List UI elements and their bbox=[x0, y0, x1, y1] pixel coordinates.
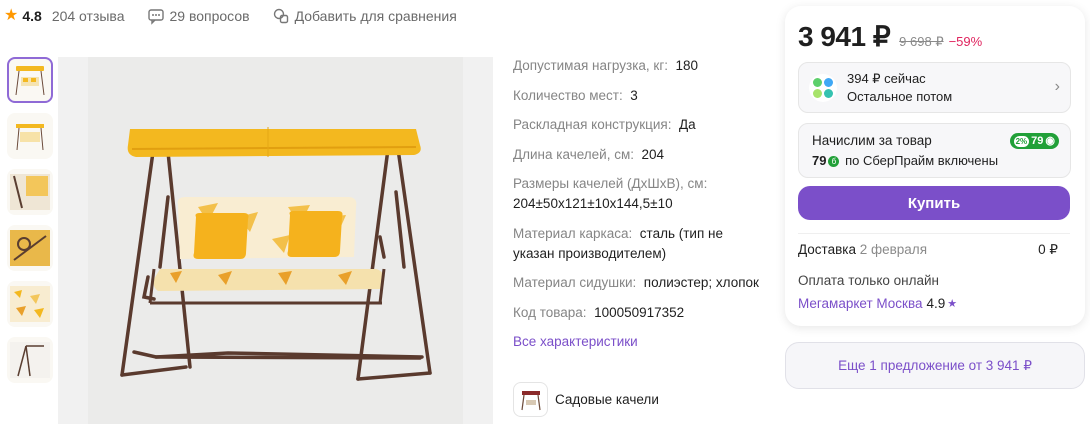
spec-key: Количество мест: bbox=[513, 87, 623, 103]
thumbnail-list bbox=[7, 57, 55, 393]
split-rest: Остальное потом bbox=[847, 88, 953, 104]
fabric-pattern-image bbox=[10, 286, 50, 322]
spec-row: Материал каркаса: сталь (тип не указан п… bbox=[513, 224, 768, 264]
discount-badge: −59% bbox=[948, 34, 983, 49]
swing-detail-image bbox=[10, 230, 50, 266]
thumbnail-2[interactable] bbox=[7, 113, 53, 159]
split-payment-text: 394 ₽ сейчас Остальное потом bbox=[847, 70, 952, 106]
split-payment-icon bbox=[809, 73, 837, 102]
spec-key: Допустимая нагрузка, кг: bbox=[513, 58, 669, 73]
compare-icon bbox=[273, 8, 288, 24]
delivery-row: Доставка 2 февраля 0 ₽ bbox=[798, 242, 1058, 258]
category-link[interactable]: Садовые качели bbox=[513, 382, 659, 417]
more-offers-button[interactable]: Еще 1 предложение от 3 941 ₽ bbox=[785, 342, 1085, 389]
seller-name-link[interactable]: Мегамаркет Москва bbox=[798, 296, 922, 311]
bonus-badge-value: 79 bbox=[1031, 135, 1044, 147]
product-meta-row: ★ 4.8 204 отзыва 29 вопросов Добавить дл… bbox=[4, 6, 457, 26]
star-icon: ★ bbox=[947, 298, 958, 310]
spec-key: Код товара: bbox=[513, 304, 587, 320]
chevron-right-icon: › bbox=[1054, 78, 1060, 95]
bonus-coin-icon: ◉ bbox=[1045, 135, 1055, 147]
spec-key: Размеры качелей (ДхШхВ), см: bbox=[513, 176, 708, 191]
bonus-coin-icon: б bbox=[828, 156, 840, 168]
price-card: 3 941 ₽ 9 698 ₽ −59% 394 ₽ сейчас Осталь… bbox=[785, 6, 1085, 326]
payment-note: Оплата только онлайн bbox=[798, 273, 940, 288]
delivery-price: 0 ₽ bbox=[1038, 242, 1058, 257]
bonus-amount: 79 bbox=[812, 153, 827, 168]
spec-key: Материал сидушки: bbox=[513, 275, 637, 290]
spec-value: 3 bbox=[630, 87, 638, 103]
spec-row: Размеры качелей (ДхШхВ), см: 204±50х121±1… bbox=[513, 174, 768, 214]
spec-key: Раскладная конструкция: bbox=[513, 117, 672, 132]
old-price: 9 698 ₽ bbox=[899, 34, 944, 49]
spec-value: полиэстер; хлопок bbox=[643, 275, 759, 290]
spec-key: Материал каркаса: bbox=[513, 225, 633, 241]
spec-row: Допустимая нагрузка, кг: 180 bbox=[513, 56, 768, 76]
category-thumbnail bbox=[513, 382, 548, 417]
main-product-image[interactable] bbox=[58, 57, 493, 424]
reviews-link[interactable]: 204 отзыва bbox=[52, 8, 125, 24]
swing-thumbnail-image bbox=[15, 66, 45, 96]
swing-category-icon bbox=[520, 390, 541, 410]
swing-thumbnail-image bbox=[16, 124, 44, 151]
spec-row: Материал сидушки: полиэстер; хлопок bbox=[513, 273, 768, 293]
delivery-date: 2 февраля bbox=[859, 242, 927, 257]
delivery-info: Доставка 2 февраля bbox=[798, 242, 927, 258]
spec-key: Длина качелей, см: bbox=[513, 146, 634, 162]
swing-frame-image bbox=[10, 342, 50, 378]
bonus-text: по СберПрайм включены bbox=[845, 153, 999, 168]
spec-value: 204±50х121±10х144,5±10 bbox=[513, 196, 673, 211]
thumbnail-3[interactable] bbox=[7, 169, 53, 215]
split-now: 394 ₽ сейчас bbox=[847, 70, 926, 86]
seller-row: Мегамаркет Москва 4.9 ★ bbox=[798, 296, 957, 311]
price-row: 3 941 ₽ 9 698 ₽ −59% bbox=[798, 20, 982, 53]
questions-link[interactable]: 29 вопросов bbox=[170, 8, 250, 24]
spec-row: Количество мест: 3 bbox=[513, 86, 768, 106]
seller-rating: 4.9 bbox=[926, 296, 946, 311]
buy-button[interactable]: Купить bbox=[798, 186, 1070, 220]
add-to-compare-link[interactable]: Добавить для сравнения bbox=[295, 8, 457, 24]
bonus-badge: 2% 79 ◉ bbox=[1009, 133, 1059, 149]
split-payment-option[interactable]: 394 ₽ сейчас Остальное потом › bbox=[798, 62, 1071, 113]
garden-swing-illustration bbox=[120, 127, 432, 381]
specifications: Допустимая нагрузка, кг: 180 Количество … bbox=[513, 56, 768, 352]
bonus-block: Начислим за товар 2% 79 ◉ 79 б по СберПра… bbox=[798, 123, 1071, 178]
divider bbox=[798, 233, 1070, 234]
thumbnail-5[interactable] bbox=[7, 281, 53, 327]
spec-value: Да bbox=[678, 117, 696, 132]
spec-value: 100050917352 bbox=[594, 304, 685, 320]
all-specs-link[interactable]: Все характеристики bbox=[513, 332, 768, 352]
spec-value: 180 bbox=[675, 58, 699, 73]
thumbnail-6[interactable] bbox=[7, 337, 53, 383]
bonus-badge-percent: 2% bbox=[1013, 135, 1030, 147]
star-icon: ★ bbox=[4, 7, 19, 24]
spec-row: Длина качелей, см: 204 bbox=[513, 145, 768, 165]
current-price: 3 941 ₽ bbox=[798, 21, 891, 52]
product-rating: 4.8 bbox=[22, 8, 42, 24]
spec-row: Раскладная конструкция: Да bbox=[513, 115, 768, 135]
spec-value: 204 bbox=[641, 146, 665, 162]
thumbnail-4[interactable] bbox=[7, 225, 53, 271]
chat-icon bbox=[147, 9, 164, 25]
spec-row: Код товара: 100050917352 bbox=[513, 303, 768, 323]
bonus-title: Начислим за товар bbox=[812, 133, 932, 148]
bonus-details: 79 б по СберПрайм включены bbox=[812, 153, 998, 168]
swing-detail-image bbox=[10, 174, 50, 210]
thumbnail-1[interactable] bbox=[7, 57, 53, 103]
delivery-label: Доставка bbox=[798, 242, 856, 257]
category-label: Садовые качели bbox=[555, 392, 659, 407]
